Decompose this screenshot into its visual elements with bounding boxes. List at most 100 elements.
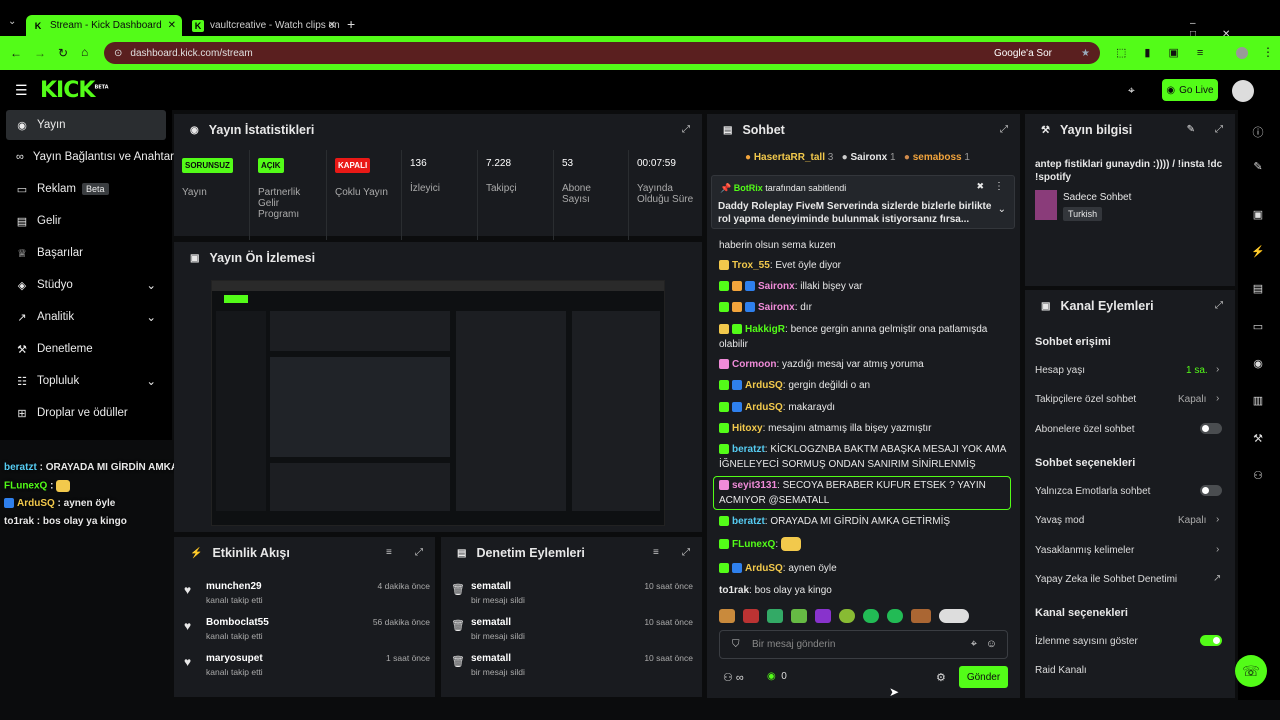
emote-bar[interactable] [719,609,1009,625]
sidebar-item-stream-key[interactable]: ∞ Yayın Bağlantısı ve Anahtar [6,142,174,172]
gifter-name[interactable]: semaboss [913,152,962,163]
filter-icon[interactable]: ≡ [653,547,659,558]
sidebar-item-analytics[interactable]: ↗ Analitik ⌄ [6,302,166,332]
emote-icon[interactable] [911,609,931,623]
chevron-right-icon[interactable]: › [1216,544,1219,555]
emote-icon[interactable] [939,609,969,623]
chat-user[interactable]: FLunexQ [732,539,775,550]
expand-icon[interactable]: ⤢ [1000,124,1008,135]
browser-tab-stream[interactable]: K Stream - Kick Dashboard ✕ [26,15,182,36]
edit-icon[interactable]: ✎ [1250,160,1266,176]
emote-icon[interactable] [815,609,831,623]
expand-icon[interactable]: ⤢ [1215,124,1223,135]
google-ask-button[interactable]: Google'a Sor [994,48,1052,59]
activity-user[interactable]: Bomboclat55 [206,617,269,628]
sidebar-item-achievements[interactable]: ♕ Başarılar [6,238,166,268]
emote-icon[interactable] [719,609,735,623]
chat-user[interactable]: ArduSQ [745,402,783,413]
chat-user[interactable]: HakkigR [745,324,785,335]
expand-icon[interactable]: ⤢ [1215,300,1223,311]
activity-user[interactable]: munchen29 [206,581,262,592]
slow-mode-value[interactable]: Kapalı [1178,515,1206,526]
chat-user[interactable]: Hitoxy [732,423,763,434]
chat-input[interactable]: ⛉ Bir mesaj gönderin ⌖ ☺ [719,630,1008,659]
home-icon[interactable]: ⌂ [81,45,88,59]
subs-only-toggle[interactable] [1200,423,1222,434]
emoji-icon[interactable]: ☺ [986,638,997,650]
close-tab-icon[interactable]: ✕ [328,20,336,31]
send-button[interactable]: Gönder [959,666,1008,688]
gifter-name[interactable]: Saironx [851,152,888,163]
chat-user[interactable]: beratzt [732,516,765,527]
sidebar-item-moderation[interactable]: ⚒ Denetleme [6,334,166,364]
hamburger-icon[interactable]: ☰ [15,82,28,99]
chat-user[interactable]: to1rak [719,585,749,596]
emote-icon[interactable] [887,609,903,623]
expand-icon[interactable]: ⤢ [682,547,690,558]
show-viewers-toggle[interactable] [1200,635,1222,646]
sidebar-item-ads[interactable]: ▭ Reklam Beta [6,174,166,204]
chat-user[interactable]: Trox_55 [732,260,770,271]
sidebar-item-drops[interactable]: ⊞ Droplar ve ödüller [6,398,166,428]
go-live-button[interactable]: ◉ Go Live [1162,79,1218,101]
emote-icon[interactable] [863,609,879,623]
banned-words-label[interactable]: Yasaklanmış kelimeler [1035,545,1134,556]
sidebar-item-stream[interactable]: ◉ Yayın [6,110,166,140]
raid-label[interactable]: Raid Kanalı [1035,665,1087,676]
menu-dots-icon[interactable]: ⋮ [1262,45,1274,59]
sidebar-item-community[interactable]: ☷ Topluluk ⌄ [6,366,166,396]
chat-users-icon[interactable]: ⚇ ∞ [723,671,744,684]
stream-preview-video[interactable] [211,280,665,526]
kick-logo[interactable]: KICKBETA [40,78,109,103]
reload-icon[interactable]: ↻ [58,46,68,60]
emote-icon[interactable] [839,609,855,623]
tab-list-icon[interactable]: ⌄ [8,16,16,27]
list-icon[interactable]: ▤ [1250,282,1266,298]
chat-user[interactable]: seyit3131 [732,480,777,491]
chevron-right-icon[interactable]: › [1216,393,1219,404]
lightning-icon[interactable]: ⚡ [1250,245,1266,261]
chat-user[interactable]: ArduSQ [745,563,783,574]
pinned-message[interactable]: 📌 BotRix tarafından sabitlendi Daddy Rol… [711,175,1015,229]
activity-user[interactable]: maryosupet [206,653,263,664]
browser-tab-clips[interactable]: K vaultcreative - Watch clips on K ✕ [186,15,342,36]
back-icon[interactable]: ← [10,46,22,60]
emote-icon[interactable] [791,609,807,623]
settings-icon[interactable]: ⚙ [936,671,946,684]
chat-user[interactable]: Saironx [758,281,795,292]
mod-user[interactable]: sematall [471,617,511,628]
info-icon[interactable]: ⓘ [1250,124,1266,140]
more-icon[interactable]: ⋮ [994,181,1004,192]
close-tab-icon[interactable]: ✕ [168,20,176,31]
external-link-icon[interactable]: ↗ [1213,573,1221,584]
filter-icon[interactable]: ≡ [386,547,392,558]
account-age-value[interactable]: 1 sa. [1186,365,1208,376]
category-name[interactable]: Sadece Sohbet [1063,192,1131,203]
ai-mod-label[interactable]: Yapay Zeka ile Sohbet Denetimi [1035,574,1177,585]
followers-only-value[interactable]: Kapalı [1178,394,1206,405]
chevron-right-icon[interactable]: › [1216,364,1219,375]
stats-icon[interactable]: ▣ [1250,208,1266,224]
edit-icon[interactable]: ✎ [1187,124,1195,135]
chat-icon[interactable]: ▭ [1250,320,1266,336]
sidebar-item-revenue[interactable]: ▤ Gelir [6,206,166,236]
emote-only-toggle[interactable] [1200,485,1222,496]
emote-icon[interactable] [767,609,783,623]
unpin-icon[interactable]: ✖ [976,181,984,192]
bookmark-star-icon[interactable]: ★ [1081,48,1090,59]
new-tab-icon[interactable]: + [347,16,355,32]
chat-user[interactable]: beratzt [732,444,765,455]
gifter-name[interactable]: HasertaRR_tall [754,152,825,163]
mod-user[interactable]: sematall [471,653,511,664]
wrench-icon[interactable]: ⚒ [1250,432,1266,448]
emote-icon[interactable] [743,609,759,623]
chevron-right-icon[interactable]: › [1216,514,1219,525]
community-icon[interactable]: ⚇ [1250,469,1266,485]
expand-icon[interactable]: ⤢ [415,547,423,558]
site-info-icon[interactable]: ⊙ [114,48,122,59]
chevron-down-icon[interactable]: ⌄ [998,204,1006,215]
chat-user[interactable]: Saironx [758,302,795,313]
help-button[interactable]: ☏ [1235,655,1267,687]
url-field[interactable]: ⊙ dashboard.kick.com/stream Google'a Sor… [104,42,1100,64]
broadcast-icon[interactable]: ◉ [1250,357,1266,373]
